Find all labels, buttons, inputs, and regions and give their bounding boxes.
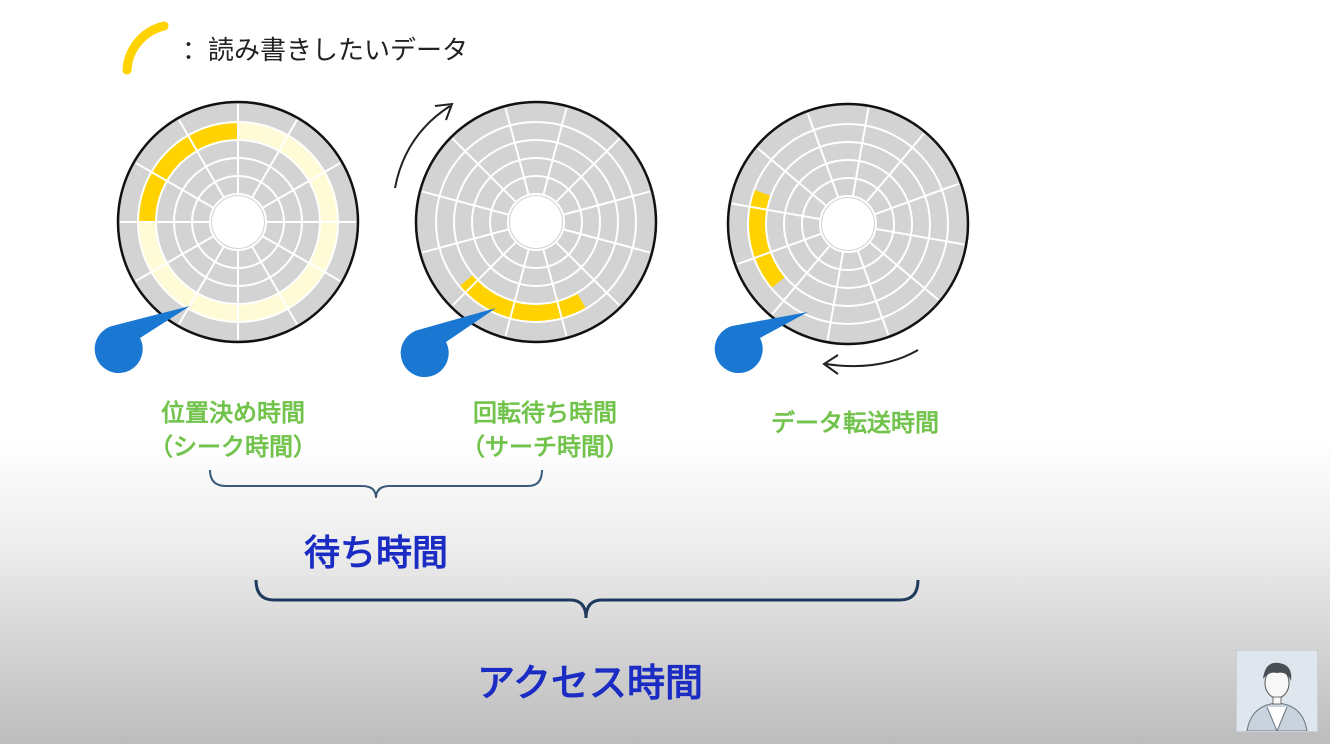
disk-rotation-wait [400,100,658,378]
seek-time-subtitle: （シーク時間） [149,433,317,461]
transfer-time-label: データ転送時間 [745,406,965,440]
spindle-hole [822,198,874,250]
access-time-group-label: アクセス時間 [476,661,704,705]
rotation-wait-title: 回転待ち時間 [473,399,617,427]
spindle-hole [510,196,562,248]
wait-time-group-label: 待ち時間 [303,533,448,574]
rotate-counterclockwise-arrow-icon [822,349,919,375]
spindle-hole [212,196,264,248]
wait-time-bracket [209,469,543,499]
disk-transfer [714,102,970,374]
transfer-time-title: データ転送時間 [771,409,939,437]
seek-time-title: 位置決め時間 [161,399,305,427]
seek-time-label: 位置決め時間 （シーク時間） [128,396,338,464]
disk-seek [94,100,360,374]
presenter-avatar-icon [1236,650,1318,732]
rotation-wait-subtitle: （サーチ時間） [461,433,629,461]
rotation-wait-label: 回転待ち時間 （サーチ時間） [440,396,650,464]
disk-diagrams [94,100,970,619]
access-time-bracket [254,579,920,619]
